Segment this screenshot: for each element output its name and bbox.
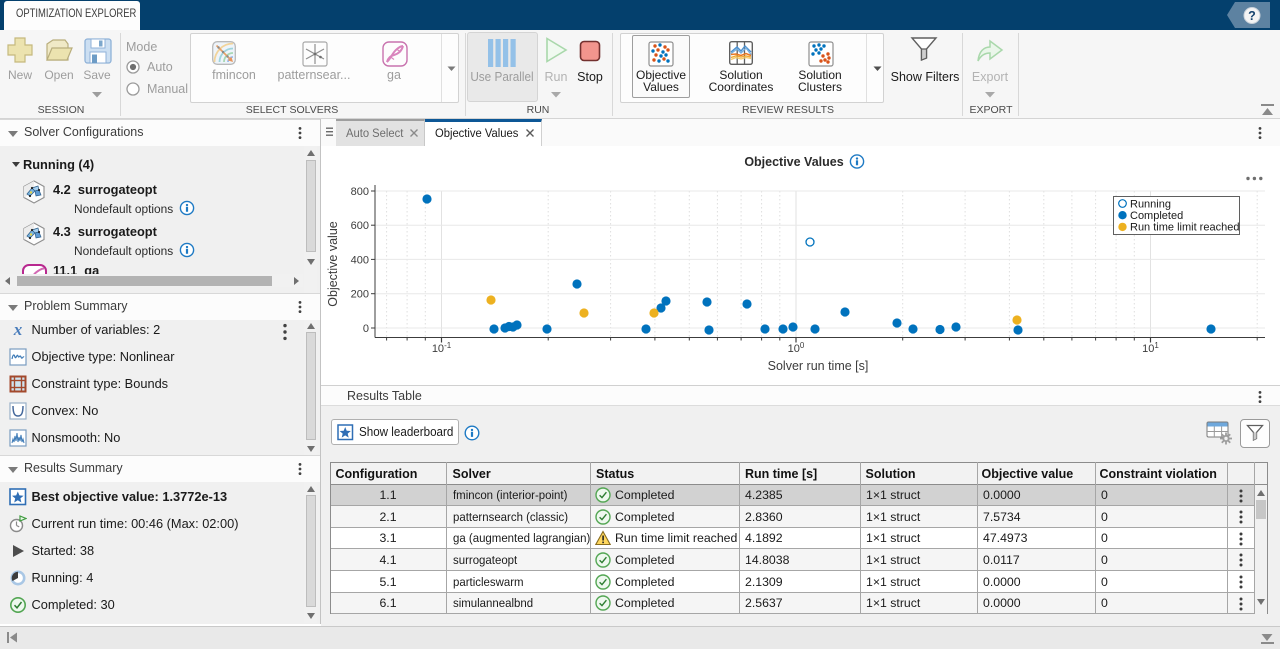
svg-text:Run time limit reached: Run time limit reached bbox=[1130, 222, 1239, 234]
svg-text:200: 200 bbox=[351, 289, 369, 301]
svg-text:Completed: Completed bbox=[1130, 210, 1183, 222]
svg-text:10-1: 10-1 bbox=[432, 341, 452, 355]
svg-text:Objective Values: Objective Values bbox=[744, 155, 843, 169]
svg-text:101: 101 bbox=[1142, 341, 1159, 355]
svg-text:Objective value: Objective value bbox=[326, 221, 340, 307]
svg-text:x: x bbox=[13, 321, 23, 339]
svg-text:600: 600 bbox=[351, 220, 369, 232]
svg-text:800: 800 bbox=[351, 186, 369, 198]
svg-text:Solver run time [s]: Solver run time [s] bbox=[768, 359, 869, 373]
svg-text:Running: Running bbox=[1130, 198, 1171, 210]
svg-text:0: 0 bbox=[363, 323, 369, 335]
svg-text:?: ? bbox=[1248, 9, 1256, 23]
svg-text:100: 100 bbox=[788, 341, 805, 355]
svg-text:400: 400 bbox=[351, 254, 369, 266]
